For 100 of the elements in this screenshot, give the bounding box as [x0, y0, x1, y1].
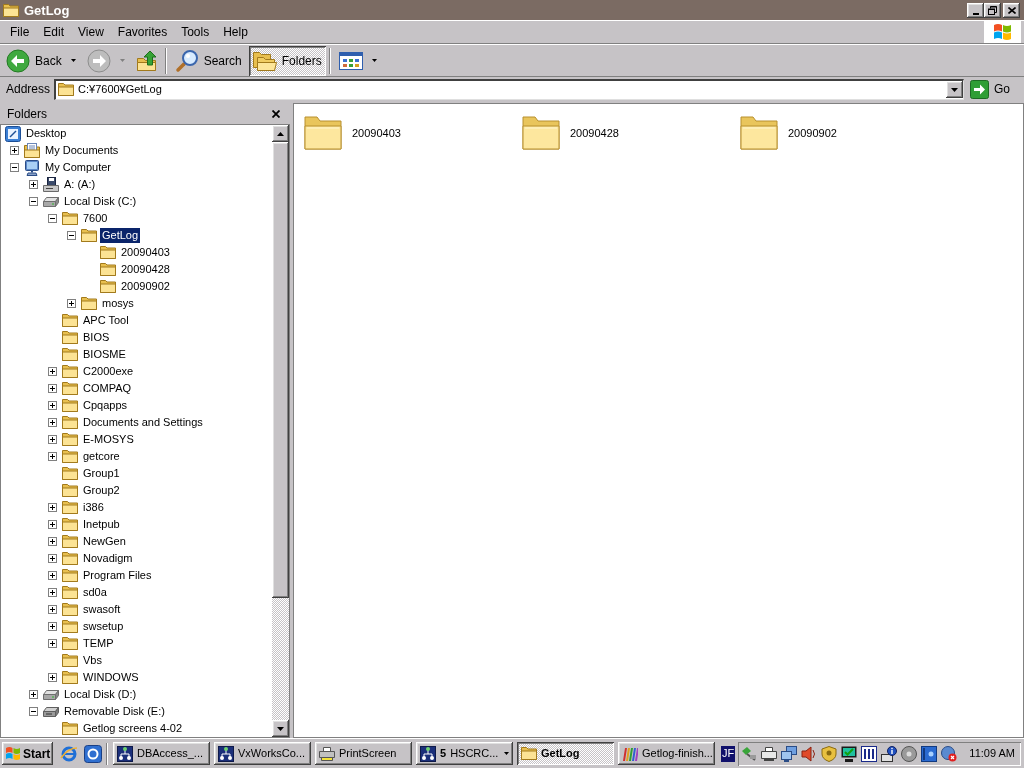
expand-toggle-icon[interactable] — [48, 588, 57, 597]
tree-item[interactable]: E-MOSYS — [81, 432, 136, 447]
tree-item[interactable]: My Documents — [43, 143, 121, 158]
tree-item[interactable]: Program Files — [81, 568, 154, 583]
taskbar-button[interactable]: GetLog — [517, 742, 614, 765]
tree-item[interactable]: BIOS — [81, 330, 112, 345]
expand-toggle-icon[interactable] — [48, 384, 57, 393]
tree-item[interactable]: Local Disk (D:) — [62, 687, 139, 702]
tree-item[interactable]: Desktop — [24, 126, 69, 141]
network-cable-icon[interactable] — [741, 745, 758, 762]
expand-toggle-icon[interactable] — [48, 673, 57, 682]
language-indicator[interactable]: JF — [721, 745, 736, 762]
collapse-toggle-icon[interactable] — [29, 707, 38, 716]
tree-item[interactable]: GetLog — [100, 228, 141, 243]
monitor-check-icon[interactable] — [841, 745, 858, 762]
tree-item[interactable]: Novadigm — [81, 551, 135, 566]
menu-item[interactable]: File — [10, 23, 30, 41]
taskbar-button[interactable]: 5 HSCRC... — [416, 742, 513, 765]
collapse-toggle-icon[interactable] — [48, 214, 57, 223]
folder-name[interactable]: 20090403 — [352, 124, 401, 142]
collapse-toggle-icon[interactable] — [67, 231, 76, 240]
browser-icon[interactable] — [60, 744, 78, 763]
book-icon[interactable] — [921, 745, 938, 762]
tree-item[interactable]: Cpqapps — [81, 398, 130, 413]
collapse-toggle-icon[interactable] — [29, 197, 38, 206]
tree-item[interactable]: Group2 — [81, 483, 122, 498]
menu-item[interactable]: Tools — [181, 23, 210, 41]
tree-item[interactable]: sd0a — [81, 585, 109, 600]
expand-toggle-icon[interactable] — [48, 639, 57, 648]
search-button[interactable]: Search — [170, 45, 246, 76]
taskbar-button[interactable]: Getlog-finish... — [618, 742, 715, 765]
scrollbar-track[interactable] — [272, 125, 289, 737]
dropdown-button[interactable] — [946, 81, 963, 98]
scroll-down-button[interactable] — [272, 720, 289, 737]
tree-item[interactable]: 20090403 — [119, 245, 172, 260]
start-button[interactable]: Start — [2, 742, 53, 765]
tree-item[interactable]: 7600 — [81, 211, 110, 226]
menu-item[interactable]: View — [78, 23, 104, 41]
expand-toggle-icon[interactable] — [10, 146, 19, 155]
minimize-button[interactable] — [967, 2, 984, 18]
go-button[interactable]: Go — [968, 78, 1018, 100]
expand-toggle-icon[interactable] — [29, 180, 38, 189]
tree-item[interactable]: TEMP — [81, 636, 116, 651]
tree-item[interactable]: 20090902 — [119, 279, 172, 294]
expand-toggle-icon[interactable] — [48, 554, 57, 563]
tree-item[interactable]: Inetpub — [81, 517, 122, 532]
back-button[interactable]: Back — [2, 45, 80, 76]
menu-item[interactable]: Help — [223, 23, 248, 41]
expand-toggle-icon[interactable] — [67, 299, 76, 308]
expand-toggle-icon[interactable] — [48, 367, 57, 376]
tree-item[interactable]: 20090428 — [119, 262, 172, 277]
folder-name[interactable]: 20090902 — [788, 124, 837, 142]
menu-item[interactable]: Edit — [43, 23, 65, 41]
globe-error-icon[interactable] — [941, 745, 958, 762]
expand-toggle-icon[interactable] — [48, 571, 57, 580]
tree-item[interactable]: swasoft — [81, 602, 123, 617]
tree-item[interactable]: mosys — [100, 296, 136, 311]
restore-button[interactable] — [984, 2, 1001, 18]
tree-item[interactable]: COMPAQ — [81, 381, 134, 396]
close-button[interactable] — [1003, 2, 1020, 18]
scroll-thumb[interactable] — [272, 142, 289, 598]
folders-button[interactable]: Folders — [248, 45, 326, 76]
expand-toggle-icon[interactable] — [48, 401, 57, 410]
expand-toggle-icon[interactable] — [48, 418, 57, 427]
tree-item[interactable]: NewGen — [81, 534, 128, 549]
tree-item[interactable]: My Computer — [43, 160, 114, 175]
info-computer-icon[interactable] — [881, 745, 898, 762]
tree-item[interactable]: swsetup — [81, 619, 126, 634]
tree-item[interactable]: Documents and Settings — [81, 415, 205, 430]
expand-toggle-icon[interactable] — [48, 622, 57, 631]
tree-item[interactable]: BIOSME — [81, 347, 128, 362]
vertical-bars-icon[interactable] — [861, 745, 878, 762]
folder-name[interactable]: 20090428 — [570, 124, 619, 142]
tree-item[interactable]: A: (A:) — [62, 177, 98, 192]
expand-toggle-icon[interactable] — [48, 537, 57, 546]
tree-item[interactable]: getcore — [81, 449, 122, 464]
tree-item[interactable]: C2000exe — [81, 364, 136, 379]
speaker-icon[interactable] — [801, 745, 818, 762]
app-tile-icon[interactable] — [84, 744, 102, 763]
tree-item[interactable]: Local Disk (C:) — [62, 194, 139, 209]
tree-item[interactable]: APC Tool — [81, 313, 131, 328]
expand-toggle-icon[interactable] — [48, 605, 57, 614]
close-pane-button[interactable] — [270, 107, 282, 120]
tree-item[interactable]: Vbs — [81, 653, 104, 668]
tree-item[interactable]: Getlog screens 4-02 — [81, 721, 185, 736]
expand-toggle-icon[interactable] — [48, 452, 57, 461]
collapse-toggle-icon[interactable] — [10, 163, 19, 172]
taskbar-button[interactable]: DBAccess_... — [113, 742, 210, 765]
monitors-icon[interactable] — [781, 745, 798, 762]
scroll-up-button[interactable] — [272, 125, 289, 142]
disc-icon[interactable] — [901, 745, 918, 762]
expand-toggle-icon[interactable] — [29, 690, 38, 699]
expand-toggle-icon[interactable] — [48, 503, 57, 512]
printer-icon[interactable] — [761, 745, 778, 762]
taskbar-button[interactable]: PrintScreen — [315, 742, 412, 765]
tree-item[interactable]: i386 — [81, 500, 106, 515]
tree-item[interactable]: Group1 — [81, 466, 122, 481]
expand-toggle-icon[interactable] — [48, 435, 57, 444]
tree-item[interactable]: Removable Disk (E:) — [62, 704, 167, 719]
tree-item[interactable]: WINDOWS — [81, 670, 141, 685]
